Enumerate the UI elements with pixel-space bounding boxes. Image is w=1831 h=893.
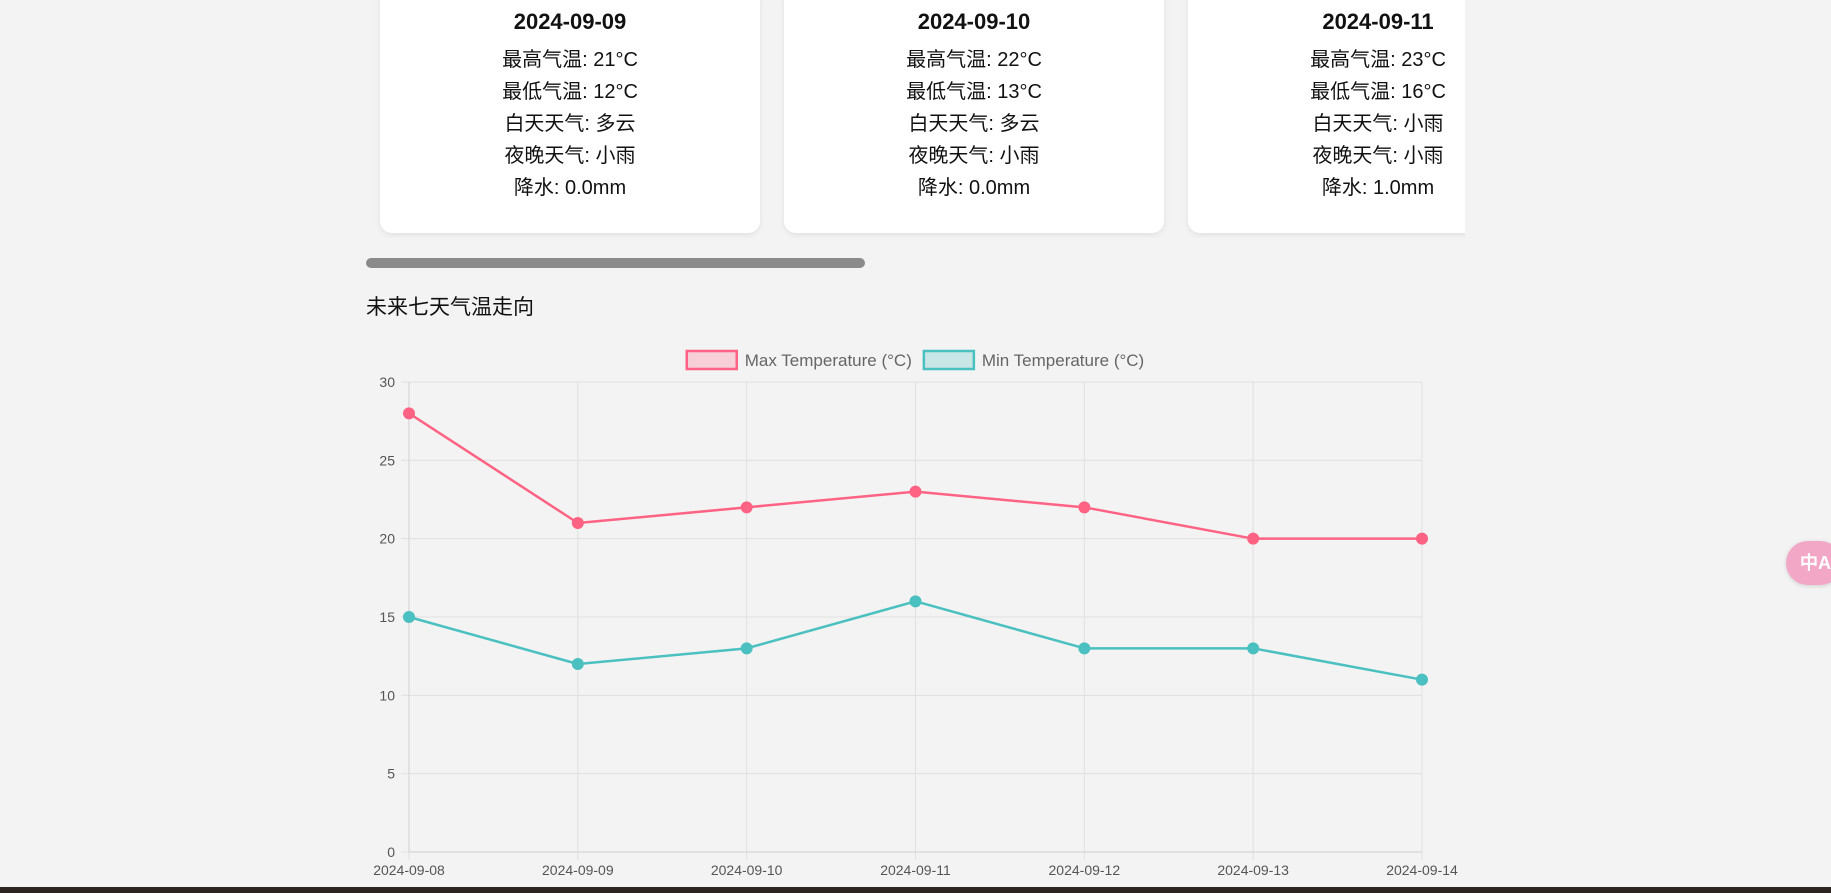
forecast-date: 2024-09-09 <box>513 9 627 34</box>
data-point <box>1247 642 1260 655</box>
day-weather: 白天天气: 小雨 <box>1312 113 1444 135</box>
legend-label: Max Temperature (°C) <box>745 351 912 370</box>
horizontal-scrollbar[interactable] <box>366 258 1465 270</box>
bottom-edge-bar <box>0 887 1831 893</box>
x-tick-label: 2024-09-14 <box>1386 862 1458 878</box>
night-weather: 夜晚天气: 小雨 <box>1312 145 1444 167</box>
weather-page: 2024-09-09 最高气温: 21°C 最低气温: 12°C 白天天气: 多… <box>0 0 1831 893</box>
min-temp: 最低气温: 16°C <box>1310 81 1446 103</box>
data-point <box>740 501 753 514</box>
legend-label: Min Temperature (°C) <box>982 351 1144 370</box>
day-weather: 白天天气: 多云 <box>908 113 1040 135</box>
data-point <box>403 611 415 623</box>
data-point <box>740 642 753 655</box>
data-point <box>1078 642 1091 655</box>
forecast-card: 2024-09-11 最高气温: 23°C 最低气温: 16°C 白天天气: 小… <box>1188 0 1465 233</box>
data-point <box>1247 532 1260 545</box>
data-point <box>1416 532 1428 545</box>
x-tick-label: 2024-09-08 <box>373 862 445 878</box>
max-temp: 最高气温: 23°C <box>1310 49 1446 71</box>
data-point <box>909 595 922 608</box>
translate-button[interactable]: 中A <box>1786 541 1831 585</box>
forecast-cards-scroller[interactable]: 2024-09-09 最高气温: 21°C 最低气温: 12°C 白天天气: 多… <box>366 0 1465 242</box>
y-tick-label: 20 <box>379 531 395 547</box>
forecast-date: 2024-09-11 <box>1322 9 1434 34</box>
data-point <box>909 485 922 498</box>
forecast-card: 2024-09-09 最高气温: 21°C 最低气温: 12°C 白天天气: 多… <box>380 0 760 233</box>
data-point <box>571 658 584 670</box>
y-tick-label: 30 <box>379 374 395 390</box>
forecast-card: 2024-09-10 最高气温: 22°C 最低气温: 13°C 白天天气: 多… <box>784 0 1164 233</box>
translate-icon[interactable]: 中A <box>1800 553 1831 573</box>
day-weather: 白天天气: 多云 <box>504 113 636 135</box>
precipitation: 降水: 0.0mm <box>917 177 1031 199</box>
night-weather: 夜晚天气: 小雨 <box>908 145 1040 167</box>
scrollbar-thumb[interactable] <box>366 258 865 268</box>
x-tick-label: 2024-09-11 <box>880 862 951 878</box>
x-tick-label: 2024-09-13 <box>1217 862 1289 878</box>
data-point <box>1078 501 1091 514</box>
min-temp: 最低气温: 12°C <box>502 81 638 103</box>
max-temp: 最高气温: 21°C <box>502 49 638 71</box>
y-tick-label: 5 <box>387 766 395 782</box>
data-point <box>571 517 584 529</box>
y-tick-label: 25 <box>379 452 395 468</box>
data-point <box>403 407 415 420</box>
y-tick-label: 15 <box>379 609 395 625</box>
max-temp: 最高气温: 22°C <box>906 49 1042 71</box>
legend-swatch <box>922 349 976 371</box>
y-tick-label: 10 <box>379 687 395 703</box>
x-tick-label: 2024-09-12 <box>1049 862 1121 878</box>
legend-swatch <box>685 349 739 371</box>
x-tick-label: 2024-09-09 <box>542 862 614 878</box>
night-weather: 夜晚天气: 小雨 <box>504 145 636 167</box>
min-temp: 最低气温: 13°C <box>906 81 1042 103</box>
series-line-max <box>408 412 1422 540</box>
precipitation: 降水: 1.0mm <box>1321 177 1435 199</box>
precipitation: 降水: 0.0mm <box>513 177 627 199</box>
forecast-date: 2024-09-10 <box>917 9 1031 34</box>
series-line-min <box>408 600 1423 681</box>
x-tick-label: 2024-09-10 <box>711 862 783 878</box>
data-point <box>1416 673 1428 686</box>
chart-section-title: 未来七天气温走向 <box>366 296 534 319</box>
y-tick-label: 0 <box>387 844 395 860</box>
